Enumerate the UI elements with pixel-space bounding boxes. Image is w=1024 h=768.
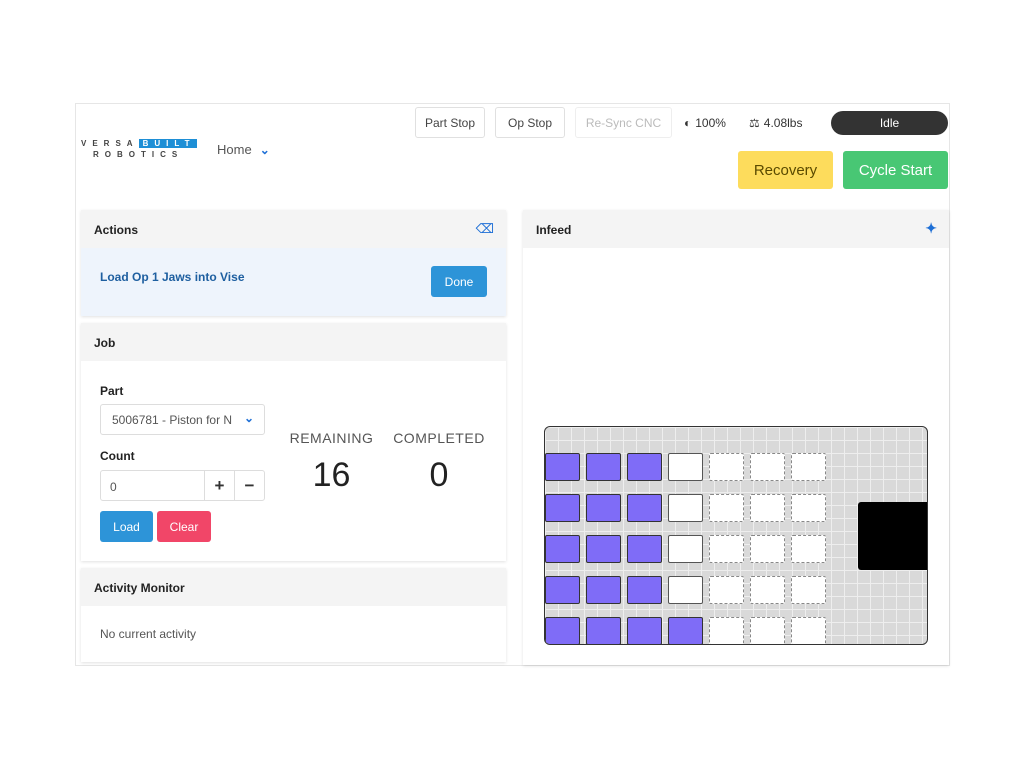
job-title: Job (94, 336, 116, 350)
tray-slot-empty[interactable] (750, 576, 785, 604)
job-panel: Job Part 5006781 - Piston for N ⌄ Count 0… (81, 323, 506, 561)
activity-title: Activity Monitor (94, 581, 185, 595)
tray-slot-loaded[interactable] (545, 535, 580, 563)
tray-slot-empty[interactable] (709, 535, 744, 563)
completed-label: COMPLETED (393, 430, 485, 446)
part-label: Part (100, 384, 124, 398)
infeed-header: Infeed (523, 210, 949, 248)
tray-slot-empty[interactable] (709, 494, 744, 522)
eraser-icon[interactable]: ⌫ (476, 221, 494, 237)
infeed-title: Infeed (536, 223, 572, 237)
tray-slot-loaded[interactable] (627, 576, 662, 604)
remaining-label: REMAINING (289, 430, 374, 446)
weight-icon: ⚖ (749, 116, 760, 130)
activity-monitor-panel: Activity Monitor No current activity (81, 568, 506, 662)
tray-slot-next[interactable] (668, 576, 703, 604)
clear-button[interactable]: Clear (157, 511, 211, 542)
nav-home-dropdown[interactable]: Home ⌄ (217, 142, 270, 157)
tray-slot-empty[interactable] (791, 535, 826, 563)
load-button[interactable]: Load (100, 511, 153, 542)
tray-slot-loaded[interactable] (586, 453, 621, 481)
chevron-down-icon: ⌄ (243, 411, 254, 425)
done-button[interactable]: Done (431, 266, 487, 297)
weight-indicator: ⚖ 4.08lbs (749, 116, 802, 130)
speed-value: 100% (695, 116, 726, 130)
job-header: Job (81, 323, 506, 361)
tray-slot-empty[interactable] (750, 453, 785, 481)
resync-cnc-button[interactable]: Re-Sync CNC (575, 107, 672, 138)
completed-value: 0 (429, 456, 449, 494)
tray-slot-loaded[interactable] (545, 576, 580, 604)
remaining-value: 16 (312, 456, 351, 494)
op-stop-button[interactable]: Op Stop (495, 107, 565, 138)
tray-slot-loaded[interactable] (586, 617, 621, 644)
tray-slot-empty[interactable] (791, 453, 826, 481)
tray-slot-loaded[interactable] (627, 535, 662, 563)
count-label: Count (100, 449, 135, 463)
activity-message: No current activity (100, 627, 197, 641)
tray-slot-loaded[interactable] (586, 535, 621, 563)
tray-slot-loaded[interactable] (627, 494, 662, 522)
speedometer-icon: ◐ (684, 116, 692, 130)
tray-slot-loaded[interactable] (545, 453, 580, 481)
actions-title: Actions (94, 223, 139, 237)
fixture-block (858, 502, 927, 570)
tray-slot-empty[interactable] (791, 617, 826, 644)
speed-indicator: ◐ 100% (684, 116, 726, 130)
part-stop-button[interactable]: Part Stop (415, 107, 485, 138)
tray-slot-loaded[interactable] (545, 617, 580, 644)
infeed-tray (544, 426, 928, 645)
tray-slot-loaded[interactable] (627, 453, 662, 481)
activity-header: Activity Monitor (81, 568, 506, 606)
logo-text-built: BUILT (138, 139, 197, 148)
tray-slot-loaded[interactable] (545, 494, 580, 522)
tray-slot-next[interactable] (668, 453, 703, 481)
weight-value: 4.08lbs (763, 116, 803, 130)
tray-slot-empty[interactable] (709, 576, 744, 604)
actions-panel: Actions ⌫ Load Op 1 Jaws into Vise Done (81, 210, 506, 316)
tray-slot-empty[interactable] (750, 617, 785, 644)
tray-slot-loaded[interactable] (586, 494, 621, 522)
versabuilt-logo: VERSA BUILT ROBOTICS (81, 138, 197, 160)
status-badge: Idle (831, 111, 948, 135)
cycle-start-button[interactable]: Cycle Start (843, 151, 948, 189)
tray-slot-loaded[interactable] (627, 617, 662, 644)
tray-slot-loaded[interactable] (586, 576, 621, 604)
action-message: Load Op 1 Jaws into Vise (100, 270, 245, 284)
tray-slot-empty[interactable] (750, 494, 785, 522)
logo-text: VERSA (81, 139, 139, 148)
logo-text-robotics: ROBOTICS (93, 150, 184, 159)
tray-slot-empty[interactable] (709, 617, 744, 644)
recovery-button[interactable]: Recovery (738, 151, 833, 189)
tray-slot-empty[interactable] (791, 494, 826, 522)
part-select[interactable]: 5006781 - Piston for N ⌄ (100, 404, 265, 435)
tray-slot-loaded[interactable] (668, 617, 703, 644)
nav-label: Home (217, 142, 252, 157)
tray-slot-next[interactable] (668, 494, 703, 522)
part-value: 5006781 - Piston for N (112, 413, 233, 427)
chevron-down-icon: ⌄ (259, 142, 270, 157)
tray-slot-empty[interactable] (709, 453, 744, 481)
tray-slot-next[interactable] (668, 535, 703, 563)
collapse-icon[interactable]: ✦ (925, 220, 937, 237)
count-input[interactable]: 0 (100, 470, 205, 501)
actions-header: Actions (81, 210, 506, 248)
tray-slot-empty[interactable] (750, 535, 785, 563)
decrement-button[interactable]: − (234, 470, 265, 501)
increment-button[interactable]: + (204, 470, 235, 501)
tray-slot-empty[interactable] (791, 576, 826, 604)
